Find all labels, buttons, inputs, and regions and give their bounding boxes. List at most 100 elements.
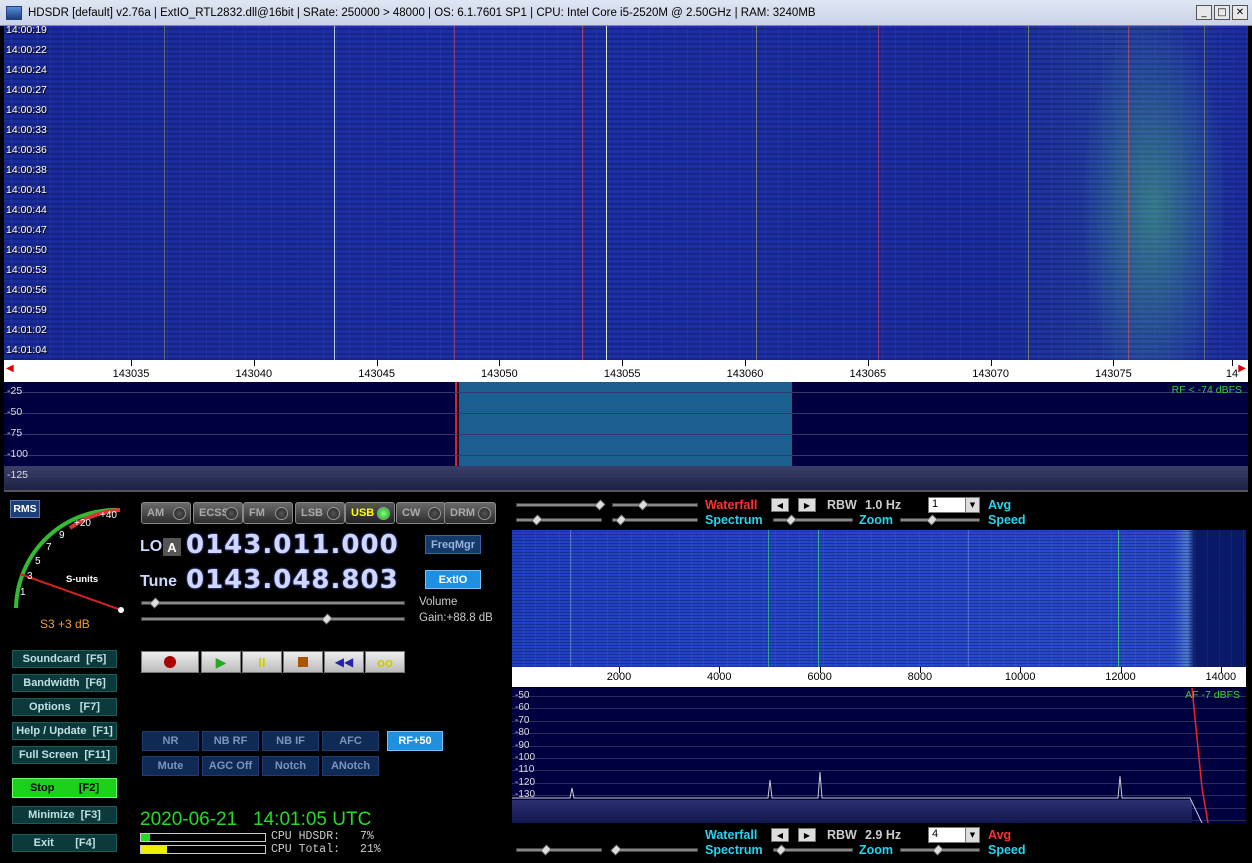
side-button-7[interactable]: Exit [F4] xyxy=(12,834,117,852)
mode-button-cw[interactable]: CW xyxy=(396,502,446,524)
top-speed-slider[interactable] xyxy=(900,514,980,526)
tune-frequency[interactable]: 0143.048.803 xyxy=(186,565,399,595)
side-button-1[interactable]: Bandwidth [F6] xyxy=(12,674,117,692)
waterfall-timestamp: 14:00:53 xyxy=(6,264,47,276)
tune-slider-handle[interactable] xyxy=(149,597,161,609)
mode-button-ecss[interactable]: ECSS xyxy=(193,502,243,524)
play-button[interactable]: ▶ xyxy=(201,651,241,673)
top-slider-1-handle[interactable] xyxy=(594,499,606,511)
stop-tape-button[interactable] xyxy=(283,651,323,673)
extio-button[interactable]: ExtIO xyxy=(425,570,481,589)
bottom-slider-1-handle[interactable] xyxy=(540,844,552,856)
lo-bank-button[interactable]: A xyxy=(163,538,181,556)
bottom-rbw-left-button[interactable]: ◀ xyxy=(771,828,789,842)
af-frequency-scale[interactable]: 2000 4000 6000 8000 10000 12000 14000 xyxy=(512,667,1246,687)
filter-passband[interactable] xyxy=(459,382,792,472)
freqmgr-button[interactable]: FreqMgr xyxy=(425,535,481,554)
proc-button-afc[interactable]: AFC xyxy=(322,731,379,751)
top-zoom-handle[interactable] xyxy=(785,514,797,526)
bottom-zoom-handle[interactable] xyxy=(775,844,787,856)
proc-button-mute[interactable]: Mute xyxy=(142,756,199,776)
mode-button-lsb[interactable]: LSB xyxy=(295,502,345,524)
bottom-zoom-slider[interactable] xyxy=(773,844,853,856)
side-button-4[interactable]: Full Screen [F11] xyxy=(12,746,117,764)
tune-marker[interactable] xyxy=(455,382,457,472)
side-button-5[interactable]: Stop [F2] xyxy=(12,778,117,798)
side-button-6[interactable]: Minimize [F3] xyxy=(12,806,117,824)
af-waterfall[interactable] xyxy=(512,530,1246,667)
side-button-2[interactable]: Options [F7] xyxy=(12,698,117,716)
bottom-slider-2[interactable] xyxy=(610,844,698,856)
top-speed-handle[interactable] xyxy=(926,514,938,526)
s-units-label: S-units xyxy=(66,574,99,585)
mode-button-drm[interactable]: DRM xyxy=(444,502,496,524)
top-slider-3[interactable] xyxy=(516,514,602,526)
top-slider-2-handle[interactable] xyxy=(637,499,649,511)
waterfall-timestamp: 14:00:41 xyxy=(6,184,47,196)
waterfall-timestamp: 14:01:04 xyxy=(6,344,47,356)
proc-button-nbrf[interactable]: NB RF xyxy=(202,731,259,751)
top-rbw-left-button[interactable]: ◀ xyxy=(771,498,789,512)
top-rbw-right-button[interactable]: ▶ xyxy=(798,498,816,512)
mode-button-fm[interactable]: FM xyxy=(243,502,293,524)
pause-button[interactable]: II xyxy=(242,651,282,673)
proc-button-rf50[interactable]: RF+50 xyxy=(387,731,443,751)
volume-slider[interactable] xyxy=(141,613,405,625)
proc-button-anotch[interactable]: ANotch xyxy=(322,756,379,776)
af-level-readout: AF -7 dBFS xyxy=(1185,689,1240,701)
mode-led-icon xyxy=(275,507,288,520)
chevron-down-icon[interactable]: ▼ xyxy=(965,498,979,512)
bottom-speed-handle[interactable] xyxy=(932,844,944,856)
top-rbw-label: RBW xyxy=(827,498,857,512)
waterfall-timestamp: 14:01:02 xyxy=(6,324,47,336)
freq-label: 143060 xyxy=(726,368,764,380)
rf-spectrum[interactable]: -25 -50 -75 -100 -125 RF < -74 dBFS xyxy=(4,382,1248,492)
top-avg-combo[interactable]: 1 ▼ xyxy=(928,497,980,513)
bottom-slider-1[interactable] xyxy=(516,844,602,856)
side-button-0[interactable]: Soundcard [F5] xyxy=(12,650,117,668)
top-slider-4-handle[interactable] xyxy=(615,514,627,526)
top-speed-label: Speed xyxy=(988,513,1026,527)
lo-frequency[interactable]: 0143.011.000 xyxy=(186,530,399,560)
bottom-rbw-right-button[interactable]: ▶ xyxy=(798,828,816,842)
minimize-button[interactable]: _ xyxy=(1196,5,1212,20)
spectrum-gridline xyxy=(4,392,1248,393)
scroll-left-icon[interactable]: ◀ xyxy=(6,363,14,374)
volume-slider-handle[interactable] xyxy=(321,613,333,625)
rewind-button[interactable]: ◀◀ xyxy=(324,651,364,673)
rf-waterfall[interactable]: 14:00:19 14:00:22 14:00:24 14:00:27 14:00:30… xyxy=(4,26,1248,360)
bottom-speed-slider[interactable] xyxy=(900,844,980,856)
record-button[interactable] xyxy=(141,651,199,673)
stop-icon xyxy=(298,657,308,667)
top-slider-4[interactable] xyxy=(612,514,698,526)
bottom-avg-combo[interactable]: 4 ▼ xyxy=(928,827,980,843)
top-zoom-slider[interactable] xyxy=(773,514,853,526)
af-spectrum[interactable]: -50-60-70-80-90-100-110-120-130-140-150 … xyxy=(512,688,1246,823)
top-slider-1[interactable] xyxy=(516,499,606,511)
maximize-button[interactable]: □ xyxy=(1214,5,1230,20)
proc-button-agcoff[interactable]: AGC Off xyxy=(202,756,259,776)
mode-button-usb[interactable]: USB xyxy=(345,502,395,524)
scroll-right-icon[interactable]: ▶ xyxy=(1238,363,1246,374)
waterfall-timestamp: 14:00:47 xyxy=(6,224,47,236)
freq-label: 143075 xyxy=(1095,368,1132,380)
waterfall-timestamp: 14:00:50 xyxy=(6,244,47,256)
side-button-3[interactable]: Help / Update [F1] xyxy=(12,722,117,740)
top-slider-2[interactable] xyxy=(612,499,698,511)
proc-button-nr[interactable]: NR xyxy=(142,731,199,751)
mode-label: DRM xyxy=(450,507,476,519)
proc-button-nbif[interactable]: NB IF xyxy=(262,731,319,751)
loop-button[interactable]: oo xyxy=(365,651,405,673)
top-slider-3-handle[interactable] xyxy=(531,514,543,526)
bottom-zoom-label: Zoom xyxy=(859,843,894,857)
rf-frequency-scale[interactable]: ◀ ▶ 143035 143040 143045 143050 143055 143060… xyxy=(4,360,1248,382)
freq-label: 143040 xyxy=(235,368,273,380)
tune-slider[interactable] xyxy=(141,597,405,609)
freq-tick xyxy=(990,360,992,366)
mode-button-am[interactable]: AM xyxy=(141,502,191,524)
proc-button-notch[interactable]: Notch xyxy=(262,756,319,776)
close-button[interactable]: ✕ xyxy=(1232,5,1248,20)
af-level-trace xyxy=(512,688,1209,823)
bottom-slider-2-handle[interactable] xyxy=(610,844,622,856)
chevron-down-icon[interactable]: ▼ xyxy=(965,828,979,842)
